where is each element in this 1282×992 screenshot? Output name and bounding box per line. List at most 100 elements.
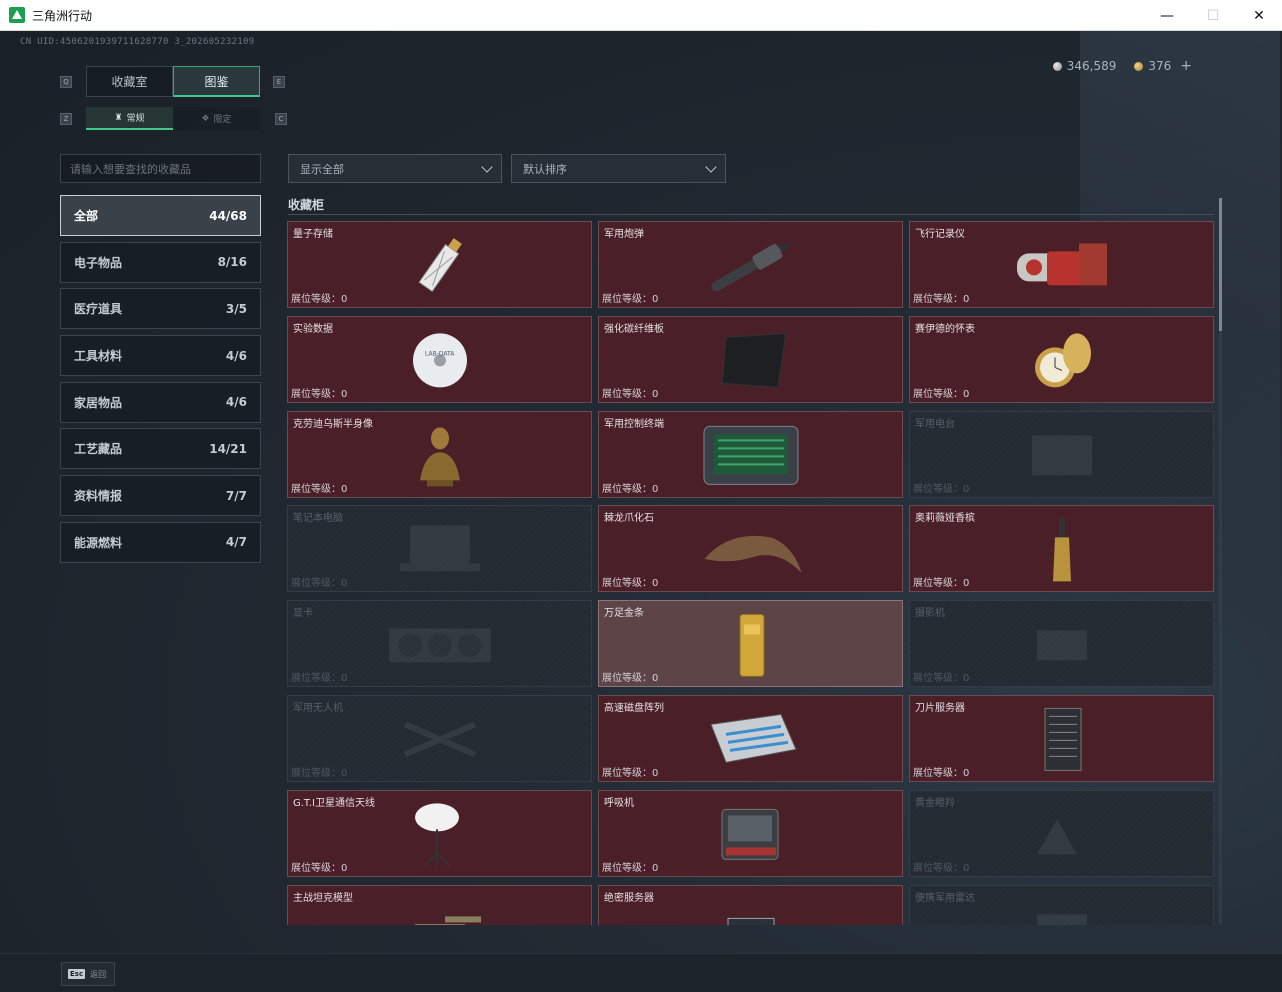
collection-item-card[interactable]: 呼吸机 展位等级：0	[598, 789, 903, 877]
display-level-label: 展位等级：	[602, 388, 652, 400]
item-name: 绝密服务器	[604, 892, 654, 904]
display-level-label: 展位等级：	[602, 294, 652, 305]
control-terminal-icon	[696, 420, 806, 490]
collection-item-card[interactable]: 棘龙爪化石展位等级：0	[598, 505, 903, 593]
display-level: 展位等级：0	[602, 669, 658, 684]
item-name: 呼吸机	[604, 797, 634, 809]
laptop-icon	[385, 515, 495, 585]
collection-item-card[interactable]: 笔记本电脑 展位等级：0	[287, 505, 592, 593]
collection-item-card[interactable]: 刀片服务器 展位等级：0	[909, 694, 1214, 782]
category-medical[interactable]: 医疗道具 3/5	[60, 288, 261, 330]
collection-item-card[interactable]: 强化碳纤维板 展位等级：0	[598, 315, 903, 403]
item-name: 量子存储	[293, 229, 333, 240]
display-level-label: 展位等级：	[913, 673, 963, 685]
display-level-value: 0	[652, 578, 659, 590]
tab-limited[interactable]: ❖ 限定	[173, 107, 260, 130]
collection-item-card[interactable]: 高速磁盘阵列 展位等级：0	[598, 694, 903, 782]
category-tools[interactable]: 工具材料 4/6	[60, 335, 261, 377]
display-level: 展位等级：0	[913, 385, 969, 400]
tab-regular[interactable]: ♜ 常规	[86, 107, 173, 130]
close-button[interactable]: ✕	[1236, 0, 1282, 31]
key-hint-e: E	[273, 76, 285, 88]
category-label: 电子物品	[74, 255, 123, 270]
display-level: 展位等级：0	[602, 574, 658, 589]
collection-item-card[interactable]: 黄金瞪羚 展位等级：0	[909, 789, 1214, 877]
collection-item-card[interactable]: 奥莉薇娅香槟 展位等级：0	[909, 505, 1214, 593]
chevron-down-icon	[705, 160, 717, 173]
collection-item-card[interactable]: 军用控制终端 展位等级：0	[598, 410, 903, 498]
category-count: 3/5	[225, 301, 247, 316]
minimize-button[interactable]: —	[1144, 0, 1190, 31]
collection-item-card[interactable]: 绝密服务器展位等级：0	[598, 884, 903, 925]
chevron-down-icon	[481, 160, 493, 173]
category-electronics[interactable]: 电子物品 8/16	[60, 241, 261, 283]
category-crafts[interactable]: 工艺藏品 14/21	[60, 428, 261, 470]
back-button[interactable]: Esc 返回	[61, 962, 115, 986]
item-name: 摄影机	[915, 608, 945, 620]
collection-item-card[interactable]: 军用炮弹 展位等级：0	[598, 221, 903, 308]
tank-model-icon	[385, 894, 495, 925]
add-currency-button[interactable]: +	[1180, 58, 1192, 74]
collection-item-card[interactable]: 便携军用雷达展位等级：0	[909, 884, 1214, 925]
maximize-button[interactable]: ☐	[1190, 0, 1236, 31]
collection-item-card[interactable]: 飞行记录仪 展位等级：0	[909, 221, 1214, 308]
display-level: 展位等级：0	[602, 480, 658, 495]
collection-item-card[interactable]: 主战坦克模型展位等级：0	[287, 884, 592, 925]
display-level-label: 展位等级：	[913, 578, 963, 590]
key-hint-q: Q	[60, 76, 72, 88]
display-level-label: 展位等级：	[602, 673, 652, 685]
search-input[interactable]: 请输入想要查找的收藏品	[60, 154, 261, 183]
category-intel[interactable]: 资料情报 7/7	[60, 475, 261, 517]
display-level-value: 0	[341, 673, 348, 685]
display-filter-value: 显示全部	[300, 162, 344, 176]
category-count: 44/68	[209, 208, 247, 223]
category-all[interactable]: 全部 44/68	[60, 195, 261, 236]
category-count: 4/6	[225, 395, 247, 410]
display-level-label: 展位等级：	[913, 862, 963, 874]
grid-scrollbar[interactable]	[1219, 198, 1222, 925]
app-logo-icon	[9, 7, 25, 23]
display-level-value: 0	[652, 483, 659, 495]
display-level-value: 0	[341, 767, 348, 779]
collection-item-card[interactable]: 赛伊德的怀表 展位等级：0	[909, 315, 1214, 403]
collection-item-card[interactable]: 显卡 展位等级：0	[287, 600, 592, 688]
tab-catalog[interactable]: 图鉴	[173, 66, 260, 97]
collection-item-card[interactable]: 实验数据 LAB-DATA 展位等级：0	[287, 315, 592, 403]
item-name: 军用控制终端	[604, 418, 664, 430]
collection-item-card[interactable]: 万足金条 展位等级：0	[598, 600, 903, 688]
collection-item-card[interactable]: 量子存储 展位等级：0	[287, 221, 592, 308]
scrollbar-thumb[interactable]	[1219, 198, 1222, 331]
sort-dropdown[interactable]: 默认排序	[511, 154, 726, 183]
item-name: 军用无人机	[293, 702, 343, 714]
sub-tabs: ♜ 常规 ❖ 限定	[86, 107, 260, 130]
collection-item-card[interactable]: 克劳迪乌斯半身像 展位等级：0	[287, 410, 592, 498]
collection-item-card[interactable]: 军用无人机 展位等级：0	[287, 694, 592, 782]
display-level: 展位等级：0	[913, 574, 969, 589]
claw-fossil-icon	[696, 515, 806, 585]
display-level-value: 0	[963, 673, 970, 685]
window-title: 三角洲行动	[32, 8, 93, 23]
camera-icon	[1007, 610, 1117, 680]
currency-bar: 346,589 376 +	[1052, 58, 1192, 74]
collection-item-card[interactable]: 军用电台 展位等级：0	[909, 410, 1214, 498]
item-name: 实验数据	[293, 323, 333, 335]
category-household[interactable]: 家居物品 4/6	[60, 381, 261, 423]
collection-item-card[interactable]: 摄影机展位等级：0	[909, 600, 1214, 688]
silver-amount: 346,589	[1066, 59, 1117, 73]
display-filter-dropdown[interactable]: 显示全部	[288, 154, 502, 183]
server-icon	[696, 894, 806, 925]
carbon-plate-icon	[696, 326, 806, 396]
display-level-value: 0	[652, 767, 659, 779]
item-name: 棘龙爪化石	[604, 513, 654, 525]
section-title: 收藏柜	[288, 198, 325, 212]
limited-icon: ❖	[201, 113, 210, 124]
window-controls: — ☐ ✕	[1144, 0, 1282, 31]
tab-collection-room[interactable]: 收藏室	[86, 66, 173, 97]
category-label: 资料情报	[74, 489, 123, 504]
collection-item-card[interactable]: G.T.I卫星通信天线 展位等级：0	[287, 789, 592, 877]
bottom-bar: Esc 返回	[0, 953, 1282, 992]
blade-server-icon	[1007, 705, 1117, 775]
category-fuel[interactable]: 能源燃料 4/7	[60, 521, 261, 563]
gazelle-icon	[1007, 800, 1117, 870]
category-count: 7/7	[225, 488, 247, 503]
